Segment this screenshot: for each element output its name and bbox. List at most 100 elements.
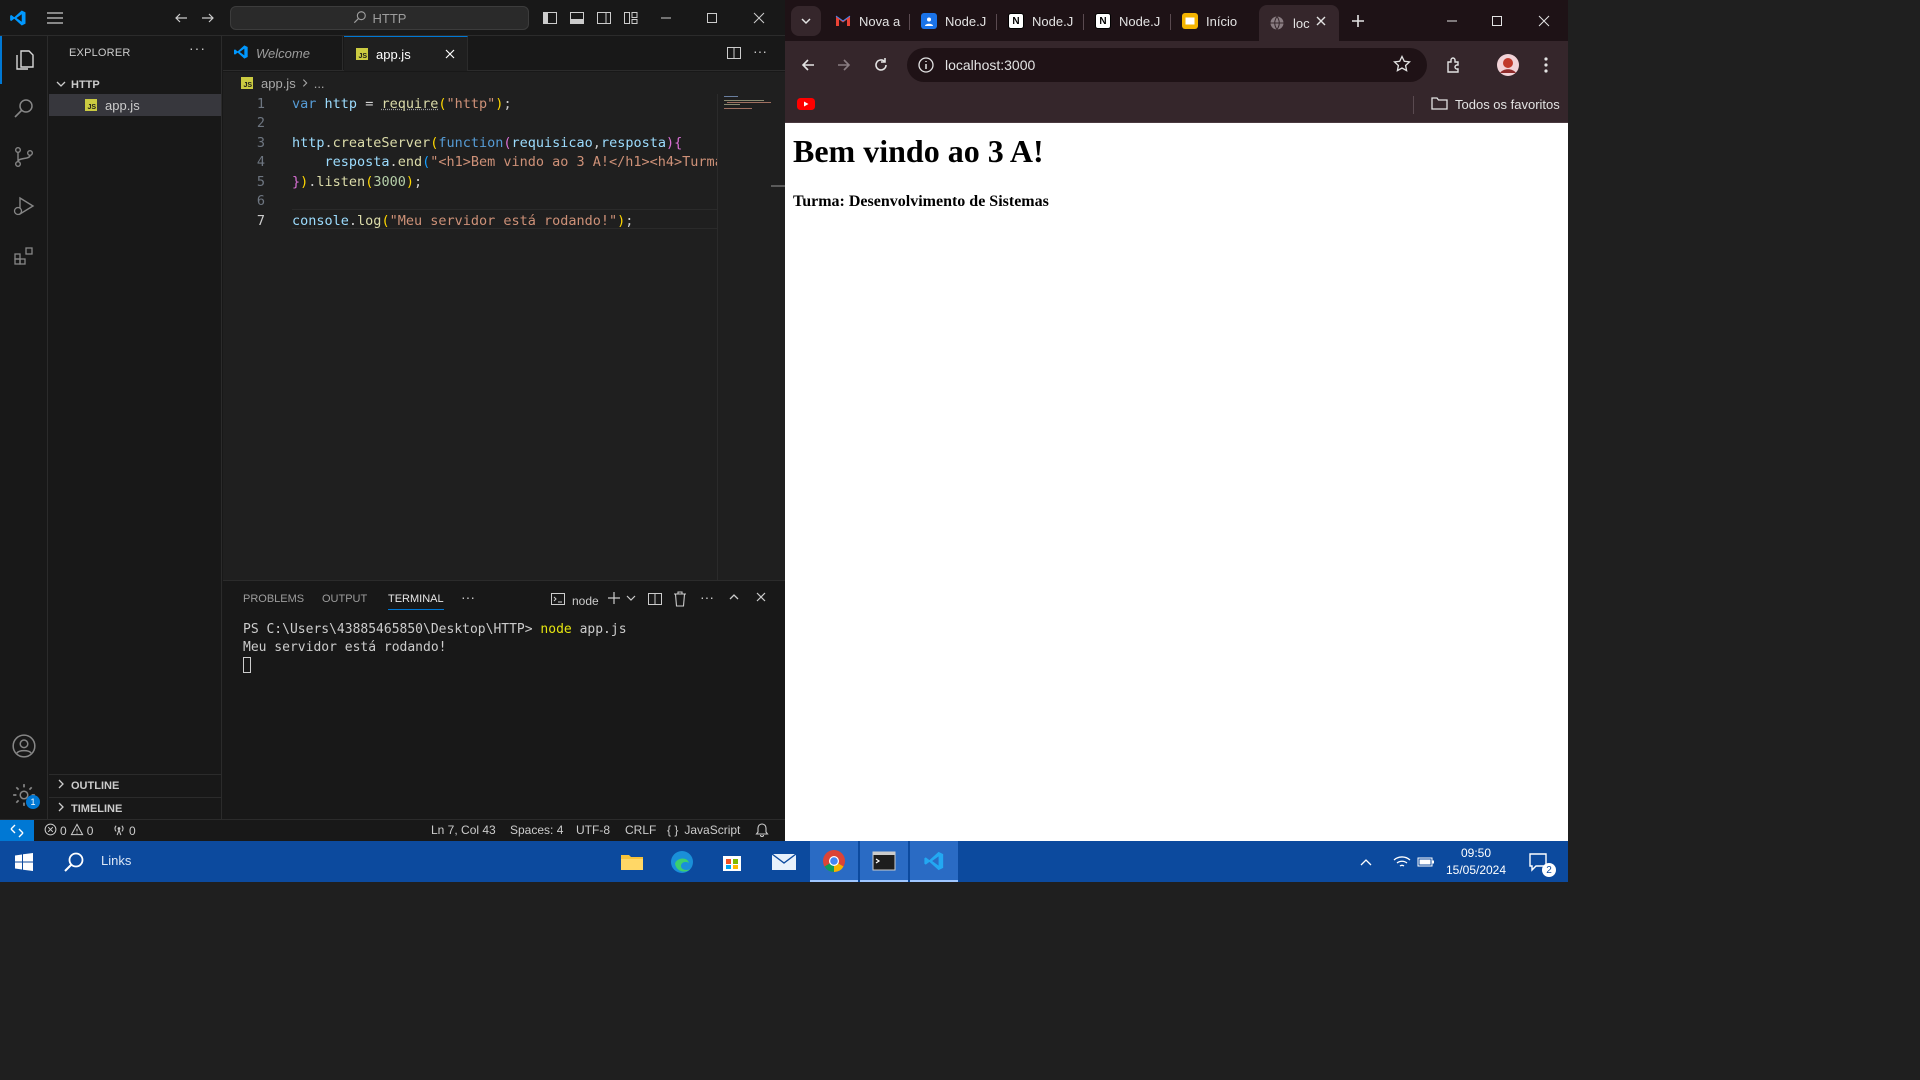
trash-icon[interactable]	[673, 591, 687, 610]
settings-gear-icon[interactable]: 1	[0, 771, 48, 819]
battery-icon[interactable]	[1414, 841, 1438, 882]
outline-section[interactable]: OUTLINE	[49, 774, 222, 796]
extensions-icon[interactable]	[1439, 50, 1469, 80]
vscode-taskbar-icon[interactable]	[910, 841, 958, 882]
new-terminal-icon[interactable]	[607, 591, 621, 608]
accounts-icon[interactable]	[0, 722, 48, 770]
chrome-tab[interactable]: N Node.J	[998, 5, 1078, 37]
panel-more-actions[interactable]: ···	[700, 589, 714, 605]
site-info-icon[interactable]	[917, 56, 935, 77]
toggle-panel-icon[interactable]	[567, 8, 587, 28]
panel-more-tabs[interactable]: ···	[461, 589, 475, 605]
close-panel-icon[interactable]	[755, 591, 767, 606]
ports-count: 0	[129, 824, 136, 838]
all-bookmarks-folder[interactable]: Todos os favoritos	[1431, 96, 1560, 113]
split-editor-icon[interactable]	[726, 45, 742, 66]
line-number: 7	[256, 212, 265, 229]
timeline-label: TIMELINE	[71, 802, 123, 815]
menu-icon[interactable]	[45, 8, 65, 28]
search-icon[interactable]	[50, 841, 98, 882]
tab-problems[interactable]: PROBLEMS	[243, 593, 304, 605]
chrome-taskbar-icon[interactable]	[810, 841, 858, 882]
explorer-icon[interactable]	[0, 36, 48, 84]
chrome-tab-active[interactable]: loc	[1259, 5, 1339, 41]
minimize-icon[interactable]	[1437, 6, 1467, 36]
chrome-tab[interactable]: Node.J	[911, 5, 991, 37]
folder-http[interactable]: HTTP	[49, 74, 222, 96]
vscode-window: HTTP 1 EXPLORER ··· HTTP JS app.js OUTLI…	[0, 0, 785, 842]
notification-center-icon[interactable]: 2	[1514, 841, 1562, 882]
edge-icon[interactable]	[658, 841, 706, 882]
file-app-js[interactable]: JS app.js	[49, 94, 221, 116]
split-terminal-icon[interactable]	[647, 591, 663, 610]
ports-status[interactable]: 0	[112, 823, 136, 839]
sidebar-more-button[interactable]: ···	[189, 40, 206, 56]
code-editor[interactable]: 1 var http = require("http"); 2 3 http.c…	[223, 94, 785, 580]
minimize-icon[interactable]	[643, 0, 689, 36]
close-window-icon[interactable]	[1529, 6, 1559, 36]
breadcrumb-rest[interactable]: ...	[314, 76, 325, 91]
forward-icon[interactable]	[829, 50, 859, 80]
back-icon[interactable]	[793, 50, 823, 80]
source-control-icon[interactable]	[0, 133, 48, 181]
toggle-primary-sidebar-icon[interactable]	[540, 8, 560, 28]
chevron-up-icon[interactable]	[1354, 841, 1378, 882]
line-number: 5	[256, 173, 265, 190]
avatar[interactable]	[1493, 50, 1523, 80]
minimap[interactable]	[717, 94, 772, 580]
youtube-icon[interactable]	[797, 97, 815, 116]
chrome-tab[interactable]: Nova a	[825, 5, 905, 37]
breadcrumb-file[interactable]: app.js	[261, 76, 296, 91]
bell-icon[interactable]	[755, 822, 769, 840]
breadcrumb: JS app.js ...	[223, 72, 785, 94]
terminal-taskbar-icon[interactable]	[860, 841, 908, 882]
editor-more-actions[interactable]: ···	[753, 43, 767, 59]
timeline-section[interactable]: TIMELINE	[49, 797, 222, 819]
terminal-output[interactable]: PS C:\Users\43885465850\Desktop\HTTP> no…	[243, 621, 627, 679]
search-view-icon[interactable]	[0, 84, 48, 132]
close-window-icon[interactable]	[736, 0, 782, 36]
new-tab-icon[interactable]	[1343, 6, 1373, 36]
close-tab-icon[interactable]	[1315, 15, 1327, 30]
more-vert-icon[interactable]	[1531, 50, 1561, 80]
extensions-icon[interactable]	[0, 232, 48, 280]
chrome-tab[interactable]: Início	[1172, 5, 1257, 37]
tab-app-js[interactable]: JS app.js	[344, 36, 468, 71]
language-mode[interactable]: { } JavaScript	[667, 823, 740, 837]
taskbar-clock[interactable]: 09:50 15/05/2024	[1440, 845, 1512, 879]
mail-icon[interactable]	[760, 841, 808, 882]
windows-start-icon[interactable]	[0, 841, 48, 882]
tab-output[interactable]: OUTPUT	[322, 593, 367, 605]
taskbar-search-label[interactable]: Links	[101, 853, 131, 868]
tab-terminal[interactable]: TERMINAL	[388, 593, 444, 610]
bookmark-star-icon[interactable]	[1393, 54, 1411, 76]
command-center-search[interactable]: HTTP	[230, 6, 529, 30]
file-explorer-icon[interactable]	[608, 841, 656, 882]
maximize-icon[interactable]	[689, 0, 735, 36]
terminal-selector[interactable]: node	[550, 591, 599, 610]
maximize-icon[interactable]	[1482, 6, 1512, 36]
indentation[interactable]: Spaces: 4	[510, 823, 563, 837]
run-debug-icon[interactable]	[0, 182, 48, 230]
chrome-tab[interactable]: N Node.J	[1085, 5, 1165, 37]
remote-icon[interactable]	[0, 820, 34, 842]
problems-status[interactable]: 0 0	[44, 823, 93, 839]
back-icon[interactable]	[171, 8, 191, 28]
address-bar[interactable]: localhost:3000	[907, 48, 1427, 82]
close-tab-icon[interactable]	[444, 48, 456, 63]
store-icon[interactable]	[708, 841, 756, 882]
cursor-position[interactable]: Ln 7, Col 43	[431, 823, 496, 837]
editor-scrollbar[interactable]	[771, 94, 785, 580]
chevron-up-icon[interactable]	[728, 591, 740, 606]
tab-search-icon[interactable]	[791, 6, 821, 36]
forward-icon[interactable]	[198, 8, 218, 28]
wifi-icon[interactable]	[1390, 841, 1414, 882]
chevron-down-icon[interactable]	[626, 591, 636, 608]
toggle-secondary-sidebar-icon[interactable]	[594, 8, 614, 28]
encoding[interactable]: UTF-8	[576, 823, 610, 837]
customize-layout-icon[interactable]	[621, 8, 641, 28]
reload-icon[interactable]	[866, 50, 896, 80]
code-text: }).listen(3000);	[292, 173, 423, 190]
tab-welcome[interactable]: Welcome	[223, 36, 343, 71]
end-of-line[interactable]: CRLF	[625, 823, 656, 837]
